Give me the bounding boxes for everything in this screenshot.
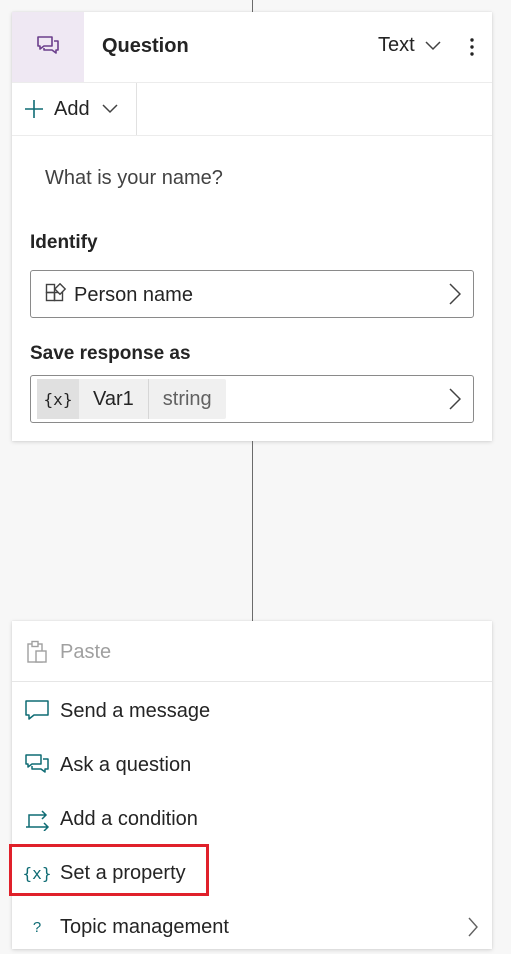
menu-item-send-message[interactable]: Send a message — [12, 684, 492, 738]
question-bubbles-icon — [37, 36, 59, 54]
chevron-down-icon — [425, 40, 441, 50]
more-vertical-icon — [470, 38, 474, 56]
branch-icon — [22, 807, 52, 831]
identify-label: Identify — [30, 232, 98, 253]
message-icon — [22, 699, 52, 723]
menu-item-add-condition[interactable]: Add a condition — [12, 792, 492, 846]
question-mark-icon: ? — [32, 918, 42, 936]
question-prompt-text[interactable]: What is your name? — [45, 167, 223, 190]
chevron-right-icon — [449, 283, 461, 305]
menu-item-ask-question[interactable]: Ask a question — [12, 738, 492, 792]
save-response-label: Save response as — [30, 343, 191, 364]
variable-type: string — [162, 388, 212, 410]
highlight-box — [9, 844, 209, 896]
variable-badge: {x} — [37, 379, 79, 419]
add-button-label: Add — [54, 97, 90, 120]
plus-icon — [25, 100, 43, 118]
add-toolbar: Add — [12, 83, 492, 136]
question-node-icon-box — [12, 12, 84, 82]
menu-item-paste[interactable]: Paste — [12, 625, 492, 679]
variable-name: Var1 — [79, 379, 149, 419]
clipboard-icon — [22, 640, 52, 664]
question-node-header: Question Text — [12, 12, 492, 83]
menu-item-topic-management[interactable]: ? Topic management — [12, 900, 492, 954]
question-node-card[interactable]: Question Text Add What is your name? Ide… — [12, 12, 492, 441]
variable-pill[interactable]: {x} Var1 string — [37, 379, 226, 419]
add-node-menu: Paste Send a message Ask a question Add … — [9, 621, 492, 949]
menu-item-label: Add a condition — [60, 807, 198, 830]
node-title: Question — [102, 35, 189, 57]
identify-entity-field[interactable]: Person name — [30, 270, 474, 318]
response-type-dropdown[interactable]: Text — [378, 34, 441, 57]
question-bubbles-icon — [22, 753, 52, 777]
chevron-down-icon — [102, 104, 118, 114]
menu-divider — [12, 681, 492, 682]
response-type-label: Text — [378, 34, 415, 56]
menu-item-label: Topic management — [60, 915, 229, 938]
save-variable-field[interactable]: {x} Var1 string — [30, 375, 474, 423]
chevron-right-icon — [449, 388, 461, 410]
chevron-right-icon — [468, 917, 478, 937]
flow-connector — [252, 0, 253, 12]
menu-item-label: Paste — [60, 640, 112, 663]
menu-item-label: Ask a question — [60, 753, 192, 776]
more-options-button[interactable] — [460, 34, 484, 60]
add-button[interactable]: Add — [12, 83, 137, 135]
menu-item-label: Send a message — [60, 699, 211, 722]
entity-icon — [45, 283, 67, 302]
flow-connector — [252, 441, 253, 621]
identify-entity-value: Person name — [74, 284, 193, 306]
